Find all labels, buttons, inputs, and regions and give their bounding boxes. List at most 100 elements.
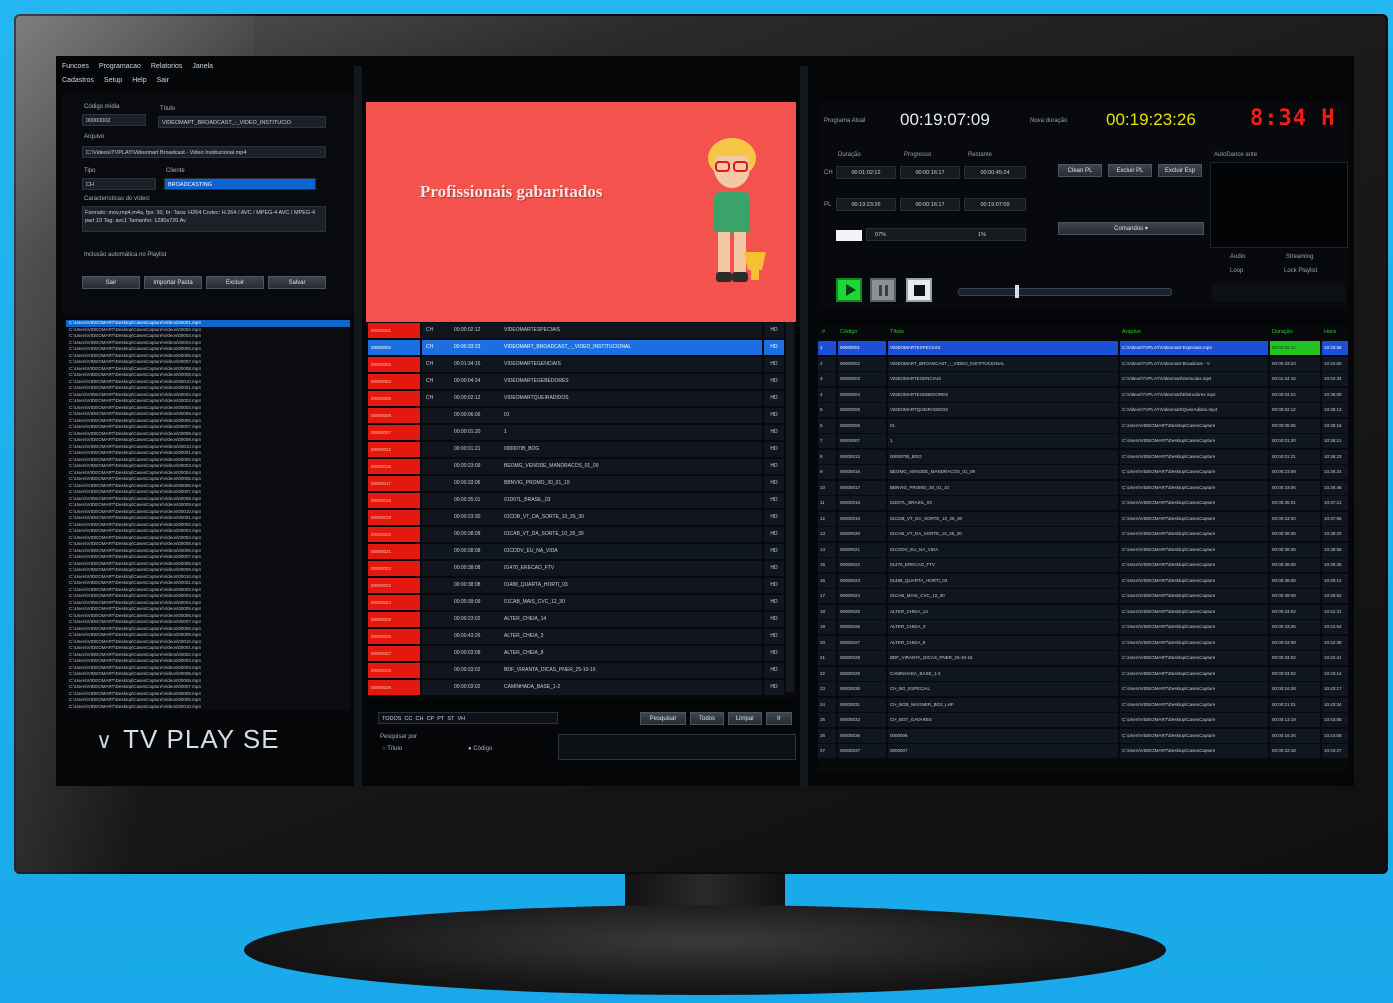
file-field[interactable]: C:\Videos\TVPLAY\Videomart Broadcast - V… — [82, 146, 326, 158]
delete-special-button[interactable]: Excluir Esp — [1158, 164, 1202, 177]
playlist-row[interactable]: 00000026 00:00:43:26 ALTER_CHEIA_3 HD — [368, 628, 784, 645]
broadcast-row[interactable]: 6 00000006 01 C:\Users\VIDEOMART\Desktop\Ca… — [818, 418, 1348, 434]
type-select[interactable]: CH — [82, 178, 156, 190]
streaming-checkbox[interactable]: Streaming — [1286, 254, 1313, 260]
search-code-radio[interactable]: ● Código — [468, 746, 492, 752]
broadcast-row[interactable]: 12 00000019 01CDB_VT_DA_SORTE_10_26_30 C:\U… — [818, 511, 1348, 527]
playlist-row[interactable]: 00000025 00:00:23:02 ALTER_CHEIA_14 HD — [368, 611, 784, 628]
code-field[interactable]: 00000002 — [82, 114, 146, 126]
filter-todos[interactable]: TODOS — [382, 716, 401, 722]
filter-ch[interactable]: CH — [416, 716, 424, 722]
search-title-radio[interactable]: ○ Título — [382, 746, 402, 752]
playlist-row[interactable]: 00000018 00:00:35:01 01D07L_BRASIL_03 HD — [368, 492, 784, 509]
import-folder-button[interactable]: Importar Pasta — [144, 276, 202, 289]
menu-item[interactable]: Help — [132, 74, 146, 88]
playlist-row[interactable]: 00000007 00:00:01:20 1 HD — [368, 424, 784, 441]
playlist-row[interactable]: 00000027 00:00:03:08 ALTER_CHEIA_8 HD — [368, 645, 784, 662]
menu-item[interactable]: Funcoes — [62, 60, 89, 74]
commands-dropdown[interactable]: Comandos ▾ — [1058, 222, 1204, 235]
seek-slider[interactable] — [958, 285, 1172, 298]
filter-cp[interactable]: CP — [427, 716, 435, 722]
broadcast-row[interactable]: 3 00000003 VIDEOMARTEGENCIAIS C:\Videos\TVP… — [818, 371, 1348, 387]
play-button[interactable] — [836, 278, 862, 302]
menu-item[interactable]: Janela — [192, 60, 213, 74]
row-file: C:\Users\VIDEOMART\Desktop\CasesCapture — [1120, 434, 1268, 448]
playlist-row[interactable]: 00000017 00:00:33:06 BBNVIG_PROMO_30_01_10… — [368, 475, 784, 492]
menu-item[interactable]: Setup — [104, 74, 122, 88]
playlist-row[interactable]: 00000020 00:00:38:08 01CAB_VT_DA_SORTE_10_… — [368, 526, 784, 543]
save-button[interactable]: Salvar — [268, 276, 326, 289]
broadcast-row[interactable]: 14 00000021 01CDDV_EU_NA_VIDA C:\Users\VIDE… — [818, 542, 1348, 558]
broadcast-row[interactable]: 20 00000027 ALTER_CHEIA_8 C:\Users\VIDEOMAR… — [818, 635, 1348, 651]
search-input[interactable] — [558, 734, 796, 760]
broadcast-row[interactable]: 5 00000005 VIDEOMARTQUEIRADIDOS C:\Videos\T… — [818, 402, 1348, 418]
playlist-row[interactable]: 00000022 00:00:38:08 01470_ERECAO_FTV HD — [368, 560, 784, 577]
playlist-row[interactable]: 00000005 CH 00:00:02:12 VIDEOMARTQUEIRADIDO… — [368, 390, 784, 407]
broadcast-row[interactable]: 23 00000030 CH_BG_ESPECIAL C:\Users\VIDEOMA… — [818, 681, 1348, 697]
playlist-scrollbar[interactable] — [786, 322, 794, 692]
title-field[interactable]: VIDEOMAPT_BROADCAST_-_VIDEO_INSTITUCIO — [158, 116, 326, 128]
menu-item[interactable]: Sair — [157, 74, 169, 88]
filter-pt[interactable]: PT — [437, 716, 444, 722]
chars-text[interactable]: Formato: mov,mp4,m4a, fps: 30, br: Taxa:… — [82, 206, 326, 232]
level-bar[interactable]: 07% 1% — [866, 228, 1026, 241]
broadcast-row[interactable]: 9 00000016 BEOMG_VENODE_MANDRACOS_01_09 C:\… — [818, 464, 1348, 480]
broadcast-row[interactable]: 24 00000031 CH_BGB_WAGNER_BG2_LHF C:\Users\… — [818, 697, 1348, 713]
playlist-row[interactable]: 00000016 00:00:23:09 BEOMG_VENODE_MANDRACO… — [368, 458, 784, 475]
filter-vh[interactable]: VH — [457, 716, 465, 722]
playlist-row[interactable]: 00000028 00:00:33:02 BDF_VIRANTA_DICAS_PNE… — [368, 662, 784, 679]
broadcast-row[interactable]: 7 00000007 1 C:\Users\VIDEOMART\Desktop\Cas… — [818, 433, 1348, 449]
broadcast-row[interactable]: 2 00000002 VIDEOMART_BROADCAST_-_VIDEO_INS… — [818, 356, 1348, 372]
playlist-row[interactable]: 00000004 CH 00:00:04:24 VIDEOMARTEGEBEDORES… — [368, 373, 784, 390]
file-list-item[interactable]: C:\Users\VIDEOMART\Desktop\CasesCapture\… — [66, 704, 350, 711]
pause-button[interactable] — [870, 278, 896, 302]
playlist-row[interactable]: 00000024 00:00:39:09 01CAB_MAIS_CVC_12_30 H… — [368, 594, 784, 611]
go-button[interactable]: Ir — [766, 712, 792, 725]
lock-playlist-checkbox[interactable]: Lock Playlist — [1284, 268, 1317, 274]
playlist-row[interactable]: 00000012 00:00:01:21 000007IB_BOG HD — [368, 441, 784, 458]
clean-playlist-button[interactable]: Clean PL — [1058, 164, 1102, 177]
playlist-row[interactable]: 00000003 CH 00:01:34:16 VIDEOMARTEGENCIAIS H… — [368, 356, 784, 373]
stop-button[interactable] — [906, 278, 932, 302]
playlist-row[interactable]: 00000023 00:00:38:08 01488_QUARTA_HORTI_03… — [368, 577, 784, 594]
filter-cc[interactable]: CC — [405, 716, 413, 722]
broadcast-row[interactable]: 11 00000018 01D07L_BRASIL_03 C:\Users\VIDEO… — [818, 495, 1348, 511]
broadcast-row[interactable]: 25 00000032 CH_BOT_GAVARES C:\Users\VIDEOMA… — [818, 712, 1348, 728]
broadcast-row[interactable]: 10 00000017 BBNVIG_PROMO_30_01_10 C:\Users\… — [818, 480, 1348, 496]
auto-include-checkbox[interactable]: Inclusão automática no Playlist — [84, 252, 166, 258]
broadcast-row[interactable]: 18 00000025 ALTER_CHEIA_14 C:\Users\VIDEOMA… — [818, 604, 1348, 620]
filter-st[interactable]: ST — [447, 716, 454, 722]
all-button[interactable]: Todos — [690, 712, 724, 725]
broadcast-row[interactable]: 21 00000028 BDF_VIRANTA_DICAS_PNER_25-10-1… — [818, 650, 1348, 666]
broadcast-row[interactable]: 4 00000004 VIDEOMARTEGEBEDORES C:\Videos\TV… — [818, 387, 1348, 403]
broadcast-row[interactable]: 27 00000037 0000007 C:\Users\VIDEOMART\Desk… — [818, 743, 1348, 759]
playlist-row[interactable]: 00000001 CH 00:00:02:12 VIDEOMARTESPECIAIS H… — [368, 322, 784, 339]
broadcast-row[interactable]: 1 00000001 VIDEOMARTESPECIAIS C:\Videos\TVP… — [818, 340, 1348, 356]
clear-button[interactable]: Limpar — [728, 712, 762, 725]
menu-item[interactable]: Programacao — [99, 60, 141, 74]
menu-item[interactable]: Relatorios — [151, 60, 183, 74]
search-button[interactable]: Pesquisar — [640, 712, 686, 725]
client-select[interactable]: BROADCASTING — [164, 178, 316, 190]
menu-item[interactable]: Cadastros — [62, 74, 94, 88]
row-num: 6 — [818, 418, 836, 433]
playlist-row[interactable]: 00000006 00:00:06:06 01 HD — [368, 407, 784, 424]
broadcast-row[interactable]: 22 00000029 CAMINHADA_BASE_1-2 C:\Users\VID… — [818, 666, 1348, 682]
delete-button[interactable]: Excluir — [206, 276, 264, 289]
exit-button[interactable]: Sair — [82, 276, 140, 289]
broadcast-row[interactable]: 13 00000020 01CAB_VT_DA_SORTE_10_26_30 C:\U… — [818, 526, 1348, 542]
loop-checkbox[interactable]: Loop — [1230, 268, 1243, 274]
playlist-row[interactable]: 00000021 00:00:38:08 01CDDV_EU_NA_VIDA HD — [368, 543, 784, 560]
audio-checkbox[interactable]: Audio — [1230, 254, 1245, 260]
playlist-row[interactable]: 00000002 CH 00:00:33:23 VIDEOMART_BROADCAST… — [368, 339, 784, 356]
delete-playlist-button[interactable]: Excluir PL — [1108, 164, 1152, 177]
seek-knob[interactable] — [1015, 285, 1019, 298]
broadcast-row[interactable]: 15 00000022 01470_ERECAO_FTV C:\Users\VIDEO… — [818, 557, 1348, 573]
broadcast-row[interactable]: 19 00000026 ALTER_CHEIA_3 C:\Users\VIDEOMAR… — [818, 619, 1348, 635]
broadcast-row[interactable]: 26 00000036 0000006 C:\Users\VIDEOMART\Desk… — [818, 728, 1348, 744]
broadcast-row[interactable]: 16 00000023 01488_QUARTA_HORTI_03 C:\Users\… — [818, 573, 1348, 589]
broadcast-row[interactable]: 8 00000012 000007IB_BOG C:\Users\VIDEOMART\… — [818, 449, 1348, 465]
playlist-row[interactable]: 00000029 00:00:03:02 CAMINHADA_BASE_1-2 HD — [368, 679, 784, 696]
broadcast-row[interactable]: 17 00000024 01CAB_MAIS_CVC_12_30 C:\Users\V… — [818, 588, 1348, 604]
playlist-row[interactable]: 00000019 00:00:23:30 01CDB_VT_DA_SORTE_10_… — [368, 509, 784, 526]
